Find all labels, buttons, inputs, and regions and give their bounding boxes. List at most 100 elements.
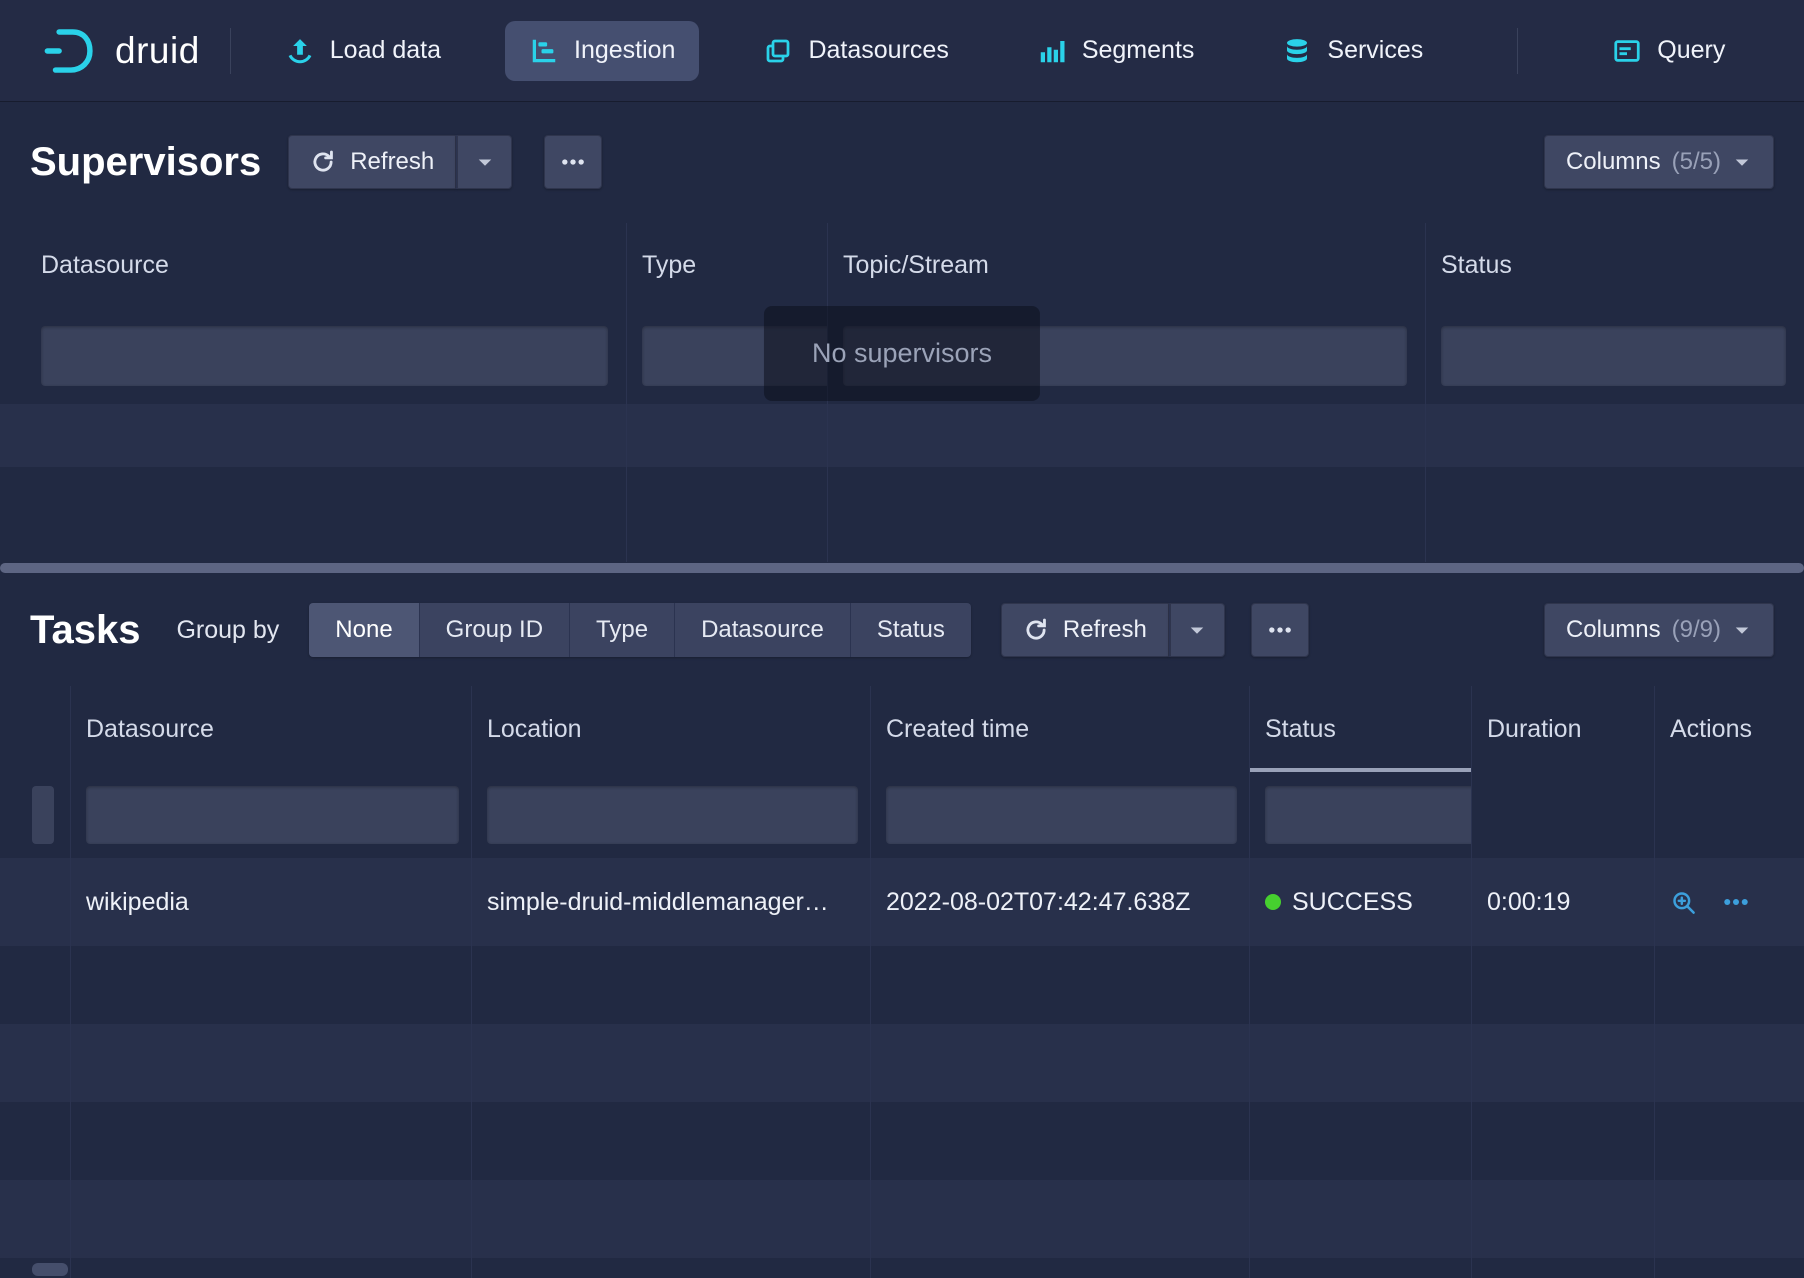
- table-row[interactable]: wikipedia simple-druid-middlemanager… 20…: [0, 858, 1804, 946]
- header-cell-location[interactable]: Location: [472, 686, 871, 772]
- tasks-table-header: Datasource Location Created time Status …: [0, 686, 1804, 772]
- tasks-refresh-caret-button[interactable]: [1169, 603, 1225, 657]
- tasks-columns-button[interactable]: Columns (9/9): [1544, 603, 1774, 657]
- tasks-refresh-button[interactable]: Refresh: [1001, 603, 1169, 657]
- columns-label: Columns: [1566, 616, 1661, 644]
- empty-cell: [1472, 946, 1655, 1024]
- refresh-label: Refresh: [1063, 616, 1147, 644]
- empty-cell: [627, 530, 828, 562]
- supervisors-header: Supervisors Refresh: [0, 101, 1804, 223]
- cell-datasource: wikipedia: [71, 858, 472, 946]
- datasources-icon: [763, 36, 793, 66]
- tasks-header: Tasks Group by None Group ID Type Dataso…: [0, 574, 1804, 686]
- nav-item-segments[interactable]: Segments: [1013, 21, 1219, 81]
- cell-created-time: 2022-08-02T07:42:47.638Z: [871, 858, 1250, 946]
- empty-cell: [1250, 1102, 1472, 1180]
- table-row: [0, 946, 1804, 1024]
- refresh-label: Refresh: [350, 148, 434, 176]
- pane-resize-splitter[interactable]: [0, 563, 1804, 573]
- caret-down-icon: [1187, 620, 1207, 640]
- empty-cell: [71, 1180, 472, 1258]
- empty-cell: [871, 1024, 1250, 1102]
- tasks-more-button[interactable]: [1251, 603, 1309, 657]
- empty-cell: [1250, 1024, 1472, 1102]
- table-row: [0, 1258, 1804, 1278]
- empty-cell: [1655, 946, 1804, 1024]
- brand[interactable]: druid: [41, 22, 200, 80]
- header-cell-actions[interactable]: Actions: [1655, 686, 1804, 772]
- empty-cell: [1426, 404, 1804, 467]
- group-by-group-id-button[interactable]: Group ID: [420, 603, 570, 657]
- empty-cell: [871, 946, 1250, 1024]
- more-icon[interactable]: [1721, 887, 1751, 917]
- empty-cell: [1472, 1180, 1655, 1258]
- horizontal-scrollbar-thumb[interactable]: [32, 1263, 68, 1276]
- header-cell-status[interactable]: Status: [1250, 686, 1472, 772]
- header-cell-type[interactable]: Type: [627, 223, 828, 307]
- cell-hidden: [0, 858, 71, 946]
- supervisors-refresh-caret-button[interactable]: [456, 135, 512, 189]
- nav-item-services[interactable]: Services: [1258, 21, 1447, 81]
- header-cell-created-time[interactable]: Created time: [871, 686, 1250, 772]
- tasks-table: Datasource Location Created time Status …: [0, 686, 1804, 1278]
- empty-cell: [871, 1180, 1250, 1258]
- supervisors-refresh-button[interactable]: Refresh: [288, 135, 456, 189]
- nav-item-query[interactable]: Query: [1588, 21, 1749, 81]
- supervisors-section: Supervisors Refresh: [0, 101, 1804, 562]
- empty-cell: [1655, 1102, 1804, 1180]
- empty-cell: [0, 1102, 71, 1180]
- status-filter-input[interactable]: [1265, 786, 1472, 844]
- empty-cell: [71, 1258, 472, 1278]
- table-row: [0, 404, 1804, 467]
- table-row: [0, 1024, 1804, 1102]
- nav-item-ingestion[interactable]: Ingestion: [505, 21, 699, 81]
- location-filter-input[interactable]: [487, 786, 858, 844]
- header-cell-topic-stream[interactable]: Topic/Stream: [828, 223, 1426, 307]
- filter-cell: [1655, 772, 1804, 858]
- empty-cell: [472, 1258, 871, 1278]
- header-cell-datasource[interactable]: Datasource: [71, 686, 472, 772]
- group-by-none-button[interactable]: None: [309, 603, 419, 657]
- created-time-filter-input[interactable]: [886, 786, 1237, 844]
- header-cell-status[interactable]: Status: [1426, 223, 1804, 307]
- nav-item-label: Services: [1327, 36, 1423, 65]
- more-icon: [1266, 616, 1294, 644]
- datasource-filter-input[interactable]: [41, 326, 608, 386]
- empty-cell: [1472, 1258, 1655, 1278]
- supervisors-columns-button[interactable]: Columns (5/5): [1544, 135, 1774, 189]
- status-filter-input[interactable]: [1441, 326, 1786, 386]
- status-success-dot: [1265, 894, 1281, 910]
- supervisors-table: Datasource Type Topic/Stream Status: [0, 223, 1804, 562]
- status-text: SUCCESS: [1292, 888, 1413, 917]
- empty-cell: [1472, 1102, 1655, 1180]
- filter-cell: [0, 772, 71, 858]
- caret-down-icon: [1732, 152, 1752, 172]
- empty-cell: [1250, 1180, 1472, 1258]
- group-by-datasource-button[interactable]: Datasource: [675, 603, 851, 657]
- cell-location: simple-druid-middlemanager…: [472, 858, 871, 946]
- zoom-in-icon[interactable]: [1670, 889, 1697, 916]
- header-cell-datasource[interactable]: Datasource: [0, 223, 627, 307]
- empty-cell: [0, 1180, 71, 1258]
- empty-cell: [828, 467, 1426, 530]
- empty-cell: [0, 467, 627, 530]
- table-row: [0, 467, 1804, 530]
- supervisors-more-button[interactable]: [544, 135, 602, 189]
- nav-item-label: Ingestion: [574, 36, 675, 65]
- empty-cell: [71, 1024, 472, 1102]
- datasource-filter-input[interactable]: [86, 786, 459, 844]
- header-cell-duration[interactable]: Duration: [1472, 686, 1655, 772]
- empty-cell: [472, 946, 871, 1024]
- filter-cell: [71, 772, 472, 858]
- druid-logo-icon: [41, 22, 99, 80]
- task-id-filter-input[interactable]: [32, 786, 54, 844]
- refresh-icon: [1023, 617, 1049, 643]
- no-supervisors-message: No supervisors: [764, 306, 1040, 401]
- nav-item-datasources[interactable]: Datasources: [739, 21, 972, 81]
- empty-cell: [1250, 1258, 1472, 1278]
- group-by-status-button[interactable]: Status: [851, 603, 971, 657]
- empty-cell: [0, 530, 627, 562]
- empty-cell: [1426, 530, 1804, 562]
- nav-item-load-data[interactable]: Load data: [261, 21, 465, 81]
- group-by-type-button[interactable]: Type: [570, 603, 675, 657]
